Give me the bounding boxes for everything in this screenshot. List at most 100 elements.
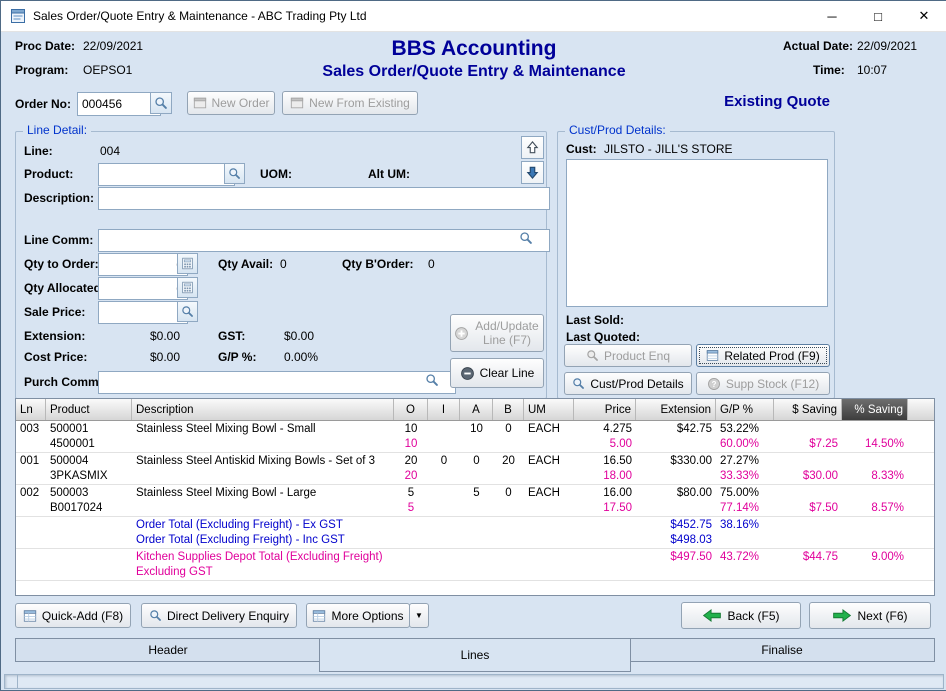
arrow-down-icon bbox=[525, 165, 540, 180]
qty-allocated-input[interactable] bbox=[98, 277, 188, 300]
app-icon bbox=[10, 8, 26, 24]
purch-comm-label: Purch Comm: bbox=[24, 375, 103, 389]
sale-price-search-button[interactable] bbox=[177, 301, 198, 322]
table-row[interactable]: 003 5000014500001 Stainless Steel Mixing… bbox=[16, 421, 934, 453]
search-icon bbox=[149, 609, 162, 622]
next-button[interactable]: Next (F6) bbox=[809, 602, 931, 629]
tab-finalise[interactable]: Finalise bbox=[629, 638, 935, 662]
new-order-button[interactable]: New Order bbox=[187, 91, 275, 115]
tab-lines[interactable]: Lines bbox=[319, 638, 631, 672]
cust-label: Cust: bbox=[566, 142, 597, 156]
arrow-left-icon bbox=[702, 609, 722, 622]
column-header-percent-saving[interactable]: % Saving bbox=[842, 399, 908, 420]
close-icon: ✕ bbox=[919, 8, 930, 24]
table-row[interactable]: 002 500003B0017024 Stainless Steel Mixin… bbox=[16, 485, 934, 517]
screen-title: Sales Order/Quote Entry & Maintenance bbox=[1, 63, 946, 81]
line-up-button[interactable] bbox=[521, 136, 544, 159]
order-total-row: Order Total (Excluding Freight) - Ex GST… bbox=[16, 517, 934, 549]
column-header-um[interactable]: UM bbox=[524, 399, 574, 420]
alt-um-label: Alt UM: bbox=[368, 167, 410, 181]
last-sold-label: Last Sold: bbox=[566, 313, 624, 327]
qty-allocated-calculator-button[interactable] bbox=[177, 277, 198, 298]
back-button[interactable]: Back (F5) bbox=[681, 602, 801, 629]
gst-value: $0.00 bbox=[284, 329, 314, 343]
column-header-a[interactable]: A bbox=[460, 399, 493, 420]
status-bar-panel bbox=[4, 674, 944, 689]
order-no-label: Order No: bbox=[15, 97, 71, 111]
product-search-button[interactable] bbox=[224, 163, 245, 184]
search-icon[interactable] bbox=[519, 231, 533, 245]
more-options-button[interactable]: More Options bbox=[306, 603, 410, 628]
arrow-right-icon bbox=[832, 609, 852, 622]
search-icon bbox=[228, 167, 241, 180]
product-input[interactable] bbox=[98, 163, 235, 186]
calculator-icon bbox=[181, 257, 194, 270]
direct-delivery-enquiry-button[interactable]: Direct Delivery Enquiry bbox=[141, 603, 297, 628]
titlebar: Sales Order/Quote Entry & Maintenance - … bbox=[1, 1, 946, 32]
line-comm-label: Line Comm: bbox=[24, 233, 93, 247]
column-header-o[interactable]: O bbox=[394, 399, 428, 420]
cust-prod-detail-panel bbox=[566, 159, 828, 307]
quick-add-button[interactable]: Quick-Add (F8) bbox=[15, 603, 131, 628]
qty-to-order-calculator-button[interactable] bbox=[177, 253, 198, 274]
maximize-icon: □ bbox=[874, 9, 882, 24]
line-comm-input[interactable] bbox=[98, 229, 550, 252]
column-header-gp[interactable]: G/P % bbox=[716, 399, 774, 420]
question-circle-icon: ? bbox=[707, 377, 721, 391]
minimize-icon: ─ bbox=[827, 9, 836, 24]
more-options-dropdown-button[interactable]: ▼ bbox=[409, 603, 429, 628]
sale-price-input[interactable] bbox=[98, 301, 188, 324]
cust-prod-details-button[interactable]: Cust/Prod Details bbox=[564, 372, 692, 395]
status-bar bbox=[1, 671, 946, 690]
column-header-i[interactable]: I bbox=[428, 399, 460, 420]
gst-label: GST: bbox=[218, 329, 245, 343]
maximize-button[interactable]: □ bbox=[855, 1, 901, 31]
arrow-up-icon bbox=[525, 140, 540, 155]
column-header-product[interactable]: Product bbox=[46, 399, 132, 420]
description-label: Description: bbox=[24, 191, 94, 205]
grid-icon bbox=[23, 609, 37, 623]
description-input[interactable] bbox=[98, 187, 550, 210]
qty-to-order-input[interactable] bbox=[98, 253, 188, 276]
close-button[interactable]: ✕ bbox=[901, 1, 946, 31]
column-header-description[interactable]: Description bbox=[132, 399, 394, 420]
form-icon bbox=[193, 96, 207, 110]
grid-icon bbox=[312, 609, 326, 623]
line-detail-caption: Line Detail: bbox=[23, 123, 91, 137]
search-icon[interactable] bbox=[425, 373, 439, 387]
add-update-line-button[interactable]: Add/Update Line (F7) bbox=[450, 314, 544, 352]
svg-text:?: ? bbox=[711, 379, 716, 388]
table-header-row: Ln Product Description O I A B UM Price … bbox=[16, 399, 934, 421]
product-enq-button[interactable]: Product Enq bbox=[564, 344, 692, 367]
column-header-dollar-saving[interactable]: $ Saving bbox=[774, 399, 842, 420]
line-down-button[interactable] bbox=[521, 161, 544, 184]
time-label: Time: bbox=[813, 63, 845, 77]
extension-label: Extension: bbox=[24, 329, 85, 343]
qty-border-value: 0 bbox=[428, 257, 435, 271]
order-no-input[interactable] bbox=[77, 92, 161, 116]
tab-header[interactable]: Header bbox=[15, 638, 321, 662]
form-icon bbox=[290, 96, 304, 110]
supplier-total-row: Kitchen Supplies Depot Total (Excluding … bbox=[16, 549, 934, 581]
status-bar-divider bbox=[17, 675, 18, 688]
line-label: Line: bbox=[24, 144, 53, 158]
search-icon bbox=[586, 349, 599, 362]
form-icon bbox=[706, 349, 719, 362]
column-header-stub bbox=[908, 399, 934, 420]
supp-stock-button[interactable]: ? Supp Stock (F12) bbox=[696, 372, 830, 395]
window-title: Sales Order/Quote Entry & Maintenance - … bbox=[33, 9, 367, 23]
purch-comm-input[interactable] bbox=[98, 371, 456, 394]
related-prod-button[interactable]: Related Prod (F9) bbox=[696, 344, 830, 367]
column-header-b[interactable]: B bbox=[493, 399, 524, 420]
column-header-ln[interactable]: Ln bbox=[16, 399, 46, 420]
table-row[interactable]: 001 5000043PKASMIX Stainless Steel Antis… bbox=[16, 453, 934, 485]
clear-line-button[interactable]: Clear Line bbox=[450, 358, 544, 388]
order-no-search-button[interactable] bbox=[150, 92, 172, 114]
new-from-existing-button[interactable]: New From Existing bbox=[282, 91, 418, 115]
minimize-button[interactable]: ─ bbox=[809, 1, 855, 31]
cost-price-label: Cost Price: bbox=[24, 350, 87, 364]
qty-allocated-label: Qty Allocated: bbox=[24, 281, 105, 295]
column-header-price[interactable]: Price bbox=[574, 399, 636, 420]
chevron-down-icon: ▼ bbox=[415, 611, 423, 620]
column-header-extension[interactable]: Extension bbox=[636, 399, 716, 420]
